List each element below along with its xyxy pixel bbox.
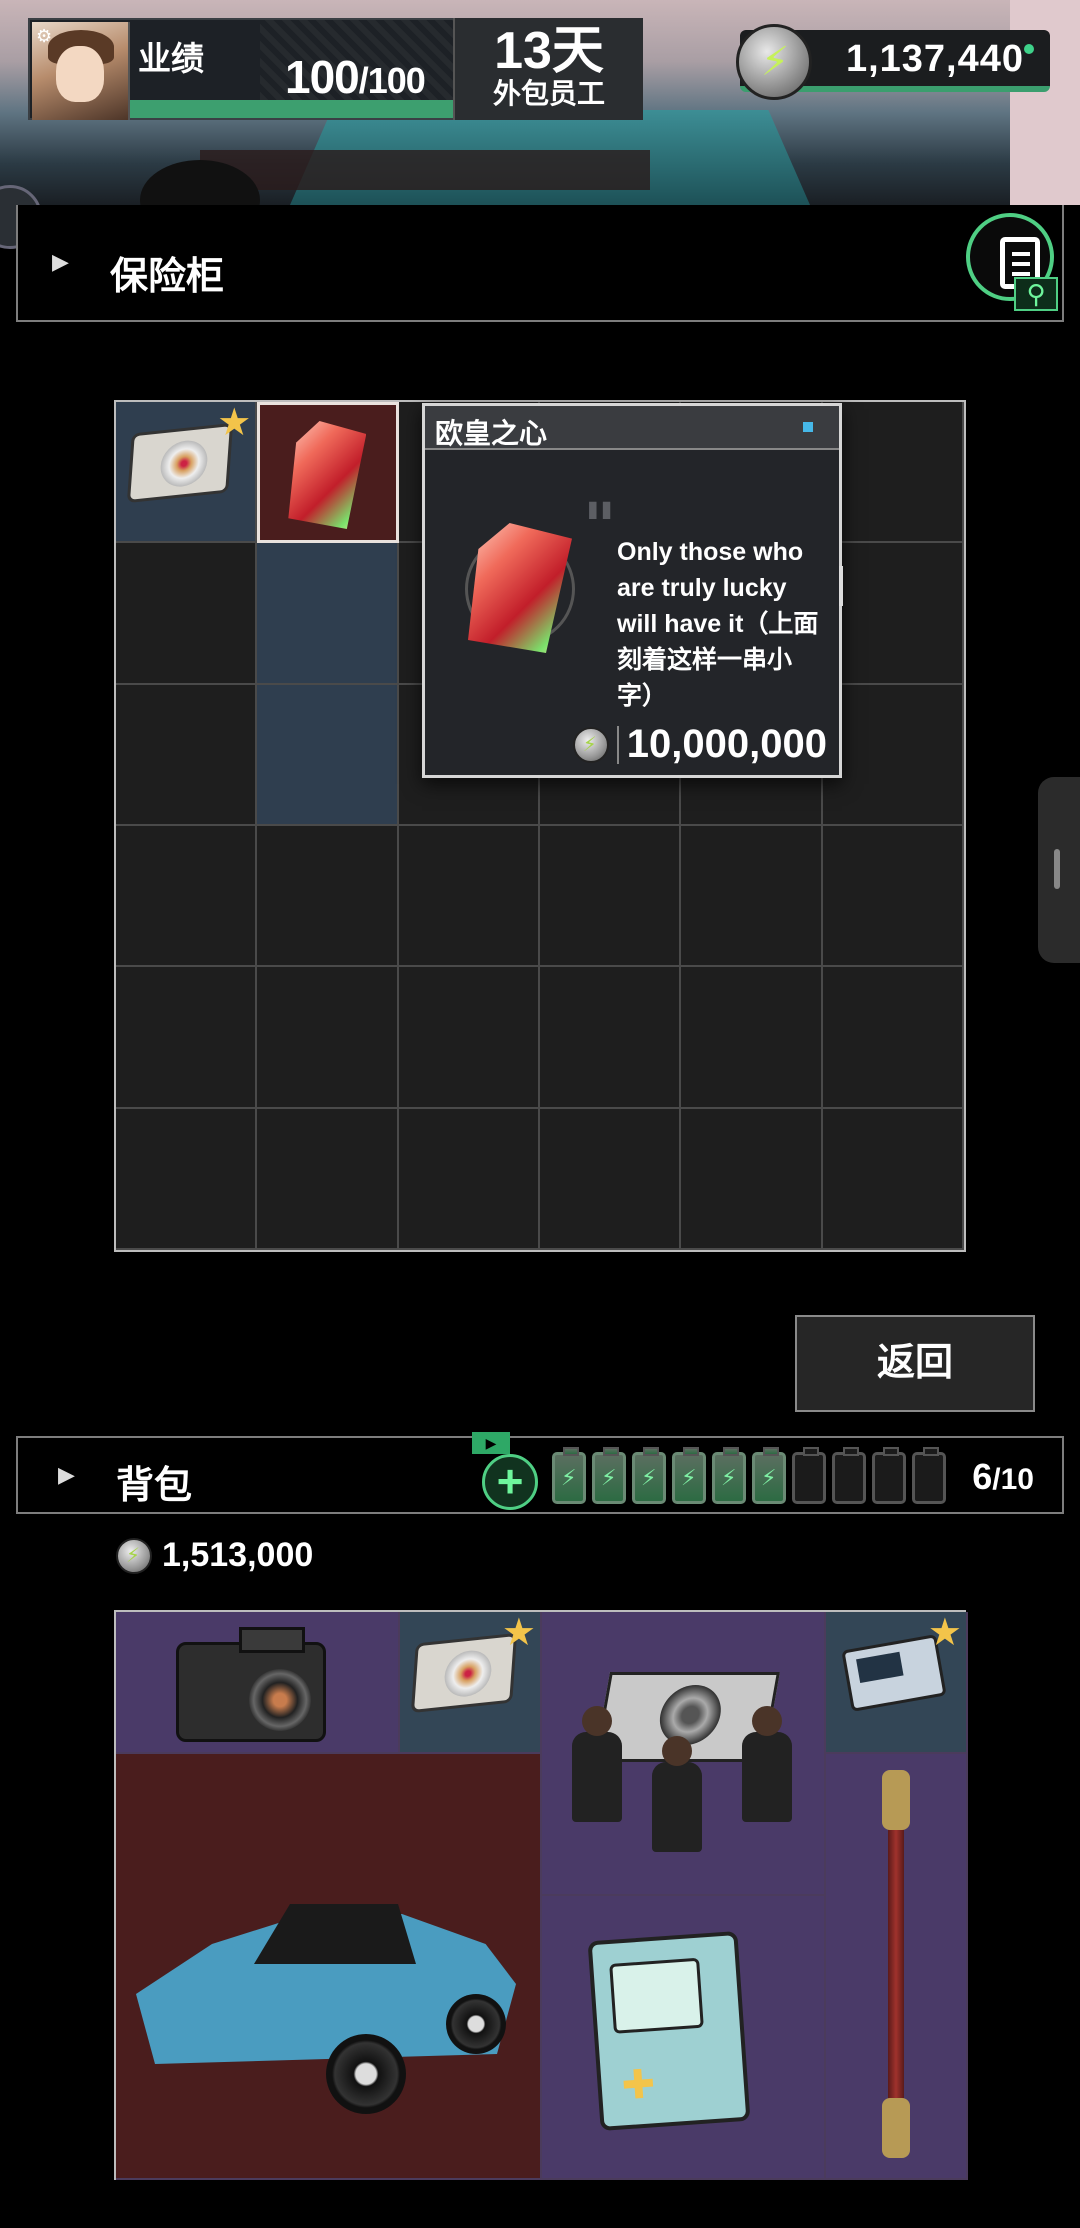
safe-slot[interactable] bbox=[398, 825, 540, 968]
lightning-coin-icon bbox=[116, 1537, 152, 1574]
battery-empty-icon bbox=[912, 1447, 946, 1504]
rarity-marker bbox=[803, 422, 813, 432]
day-counter: 13天 外包员工 bbox=[453, 18, 643, 120]
item-price-value: 10,000,000 bbox=[626, 722, 827, 766]
item-tooltip: 欧皇之心 " Only those who are truly lucky wi… bbox=[422, 403, 843, 778]
safe-slot[interactable] bbox=[116, 684, 258, 826]
return-button[interactable]: 返回 bbox=[795, 1315, 1035, 1412]
safe-slot[interactable] bbox=[822, 543, 964, 685]
battery-full-icon bbox=[712, 1447, 746, 1504]
safe-slot[interactable] bbox=[539, 967, 682, 1109]
battery-full-icon bbox=[592, 1447, 626, 1504]
safe-slot[interactable] bbox=[116, 1108, 258, 1250]
staff-item-icon bbox=[882, 1770, 910, 2158]
safe-slot[interactable] bbox=[398, 967, 540, 1109]
safe-slot[interactable] bbox=[822, 967, 964, 1109]
safe-slot[interactable] bbox=[257, 402, 399, 544]
safe-slot[interactable] bbox=[681, 1108, 823, 1250]
backpack-item-sports-car[interactable] bbox=[116, 1754, 542, 2180]
safe-slot[interactable] bbox=[822, 1108, 964, 1250]
coin-balance-panel: ⚡ 1,137,440 bbox=[736, 24, 1050, 100]
coin-balance: 1,137,440 bbox=[845, 38, 1024, 80]
backpack-capacity: 6/10 bbox=[972, 1456, 1034, 1497]
item-name: 欧皇之心 bbox=[435, 418, 548, 449]
backpack-item-bmo-console[interactable]: ✚ bbox=[542, 1896, 826, 2180]
safe-title: 保险柜 bbox=[110, 256, 225, 298]
backpack-item-camera[interactable] bbox=[116, 1612, 400, 1754]
magnifier-icon: ⚲ bbox=[1014, 277, 1058, 311]
safe-slot[interactable] bbox=[539, 825, 682, 968]
safe-slot[interactable] bbox=[822, 402, 964, 544]
expand-capacity-button[interactable]: + bbox=[482, 1454, 538, 1510]
safe-slot[interactable] bbox=[116, 825, 258, 968]
item-description: Only those who are truly lucky will have… bbox=[617, 538, 819, 710]
notification-dot bbox=[1024, 44, 1034, 54]
safe-slot[interactable] bbox=[257, 684, 399, 826]
star-icon: ★ bbox=[501, 1612, 536, 1654]
safe-slot[interactable] bbox=[257, 825, 399, 968]
lightning-coin-icon bbox=[572, 726, 609, 763]
battery-full-icon bbox=[752, 1447, 786, 1504]
battery-full-icon bbox=[632, 1447, 666, 1504]
safe-slot[interactable] bbox=[681, 825, 823, 968]
safe-slot[interactable] bbox=[257, 967, 399, 1109]
safe-slot[interactable] bbox=[681, 967, 823, 1109]
backpack-item-floppy-drive[interactable]: ★ bbox=[826, 1612, 968, 1754]
bmo-console-item-icon: ✚ bbox=[587, 1930, 751, 2132]
safe-slot[interactable]: ★ bbox=[116, 402, 258, 544]
safe-slot[interactable] bbox=[822, 684, 964, 826]
lightning-coin-icon: ⚡ bbox=[736, 24, 812, 100]
video-ad-tag-icon: ▶ bbox=[472, 1432, 510, 1454]
safe-slot[interactable] bbox=[539, 1108, 682, 1250]
expand-arrow-icon[interactable]: ▶ bbox=[52, 249, 69, 275]
gem-item-icon bbox=[465, 523, 575, 653]
gem-item-icon bbox=[288, 421, 367, 529]
battery-empty-icon bbox=[832, 1447, 866, 1504]
battery-full-icon bbox=[672, 1447, 706, 1504]
quote-icon: " bbox=[583, 489, 617, 564]
backpack-item-dancing-pallbearers[interactable] bbox=[542, 1612, 826, 1896]
performance-value: 100/100 bbox=[285, 51, 426, 103]
star-icon: ★ bbox=[217, 402, 252, 444]
backpack-item-staff[interactable] bbox=[826, 1754, 968, 2180]
expand-arrow-icon[interactable]: ▶ bbox=[58, 1462, 75, 1488]
performance-bar bbox=[130, 100, 460, 118]
right-drawer-handle[interactable] bbox=[1038, 777, 1080, 963]
day-count: 13天 bbox=[494, 22, 604, 80]
safe-slot[interactable] bbox=[116, 967, 258, 1109]
backpack-item-disc[interactable]: ★ bbox=[400, 1612, 542, 1754]
item-price: 10,000,000 bbox=[572, 722, 827, 767]
backpack-money-value: 1,513,000 bbox=[162, 1536, 314, 1574]
player-avatar[interactable]: ⚙ bbox=[32, 22, 130, 120]
top-hud: ⚙ 业绩 100/100 13天 外包员工 ⚡ 1,137,440 bbox=[0, 0, 1080, 205]
inspect-clipboard-button[interactable]: ⚲ bbox=[960, 207, 1058, 315]
safe-slot[interactable] bbox=[257, 543, 399, 685]
battery-empty-icon bbox=[792, 1447, 826, 1504]
backpack-grid: ★ ★ ✚ bbox=[114, 1610, 968, 2180]
safe-header: ▶ 保险柜 ⚲ bbox=[16, 205, 1064, 322]
backpack-money: 1,513,000 bbox=[116, 1536, 313, 1575]
camera-item-icon bbox=[176, 1627, 326, 1742]
performance-bar-fill bbox=[130, 100, 460, 118]
player-role: 外包员工 bbox=[492, 78, 605, 109]
safe-slot[interactable] bbox=[116, 543, 258, 685]
battery-empty-icon bbox=[872, 1447, 906, 1504]
performance-label: 业绩 bbox=[138, 40, 204, 77]
backpack-header: ▶ 背包 ▶ + 6/10 bbox=[16, 1432, 1064, 1514]
background-scene-board bbox=[200, 150, 650, 190]
star-icon: ★ bbox=[927, 1612, 962, 1654]
safe-slot[interactable] bbox=[398, 1108, 540, 1250]
gear-icon[interactable]: ⚙ bbox=[36, 26, 56, 46]
safe-slot[interactable] bbox=[257, 1108, 399, 1250]
safe-slot[interactable] bbox=[822, 825, 964, 968]
battery-full-icon bbox=[552, 1447, 586, 1504]
backpack-title: 背包 bbox=[116, 1465, 193, 1507]
